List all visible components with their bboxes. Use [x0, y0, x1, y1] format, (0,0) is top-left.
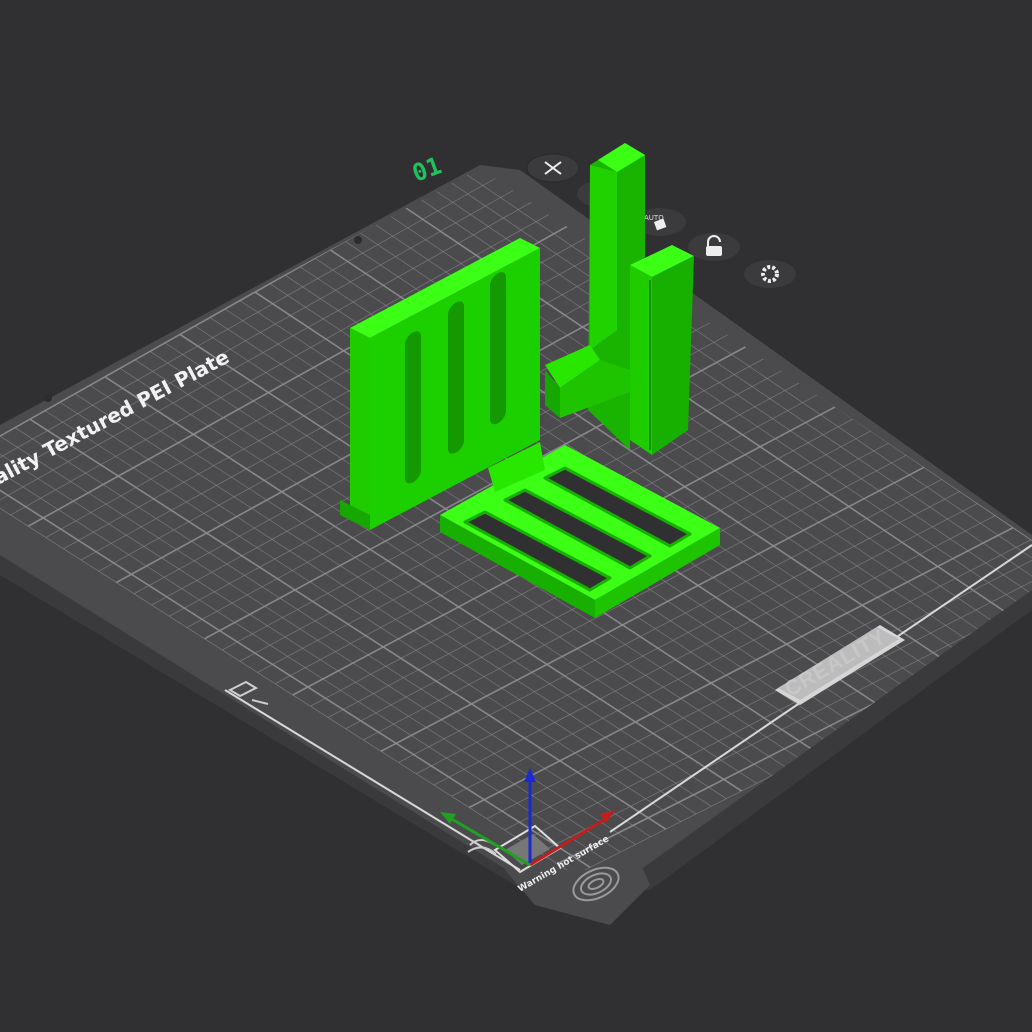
plate-number[interactable]: 01: [408, 151, 445, 187]
3d-viewport[interactable]: ality Textured PEI Plate 01 CREALITY War…: [0, 0, 1032, 1032]
scene[interactable]: ality Textured PEI Plate 01 CREALITY War…: [0, 0, 1032, 1032]
bed-screw: [354, 236, 362, 244]
close-plate-button[interactable]: [526, 153, 580, 183]
bed-screw: [44, 394, 52, 402]
lock-plate-button[interactable]: [688, 233, 740, 261]
plate-settings-button[interactable]: [744, 260, 796, 288]
model-part[interactable]: [630, 245, 694, 455]
